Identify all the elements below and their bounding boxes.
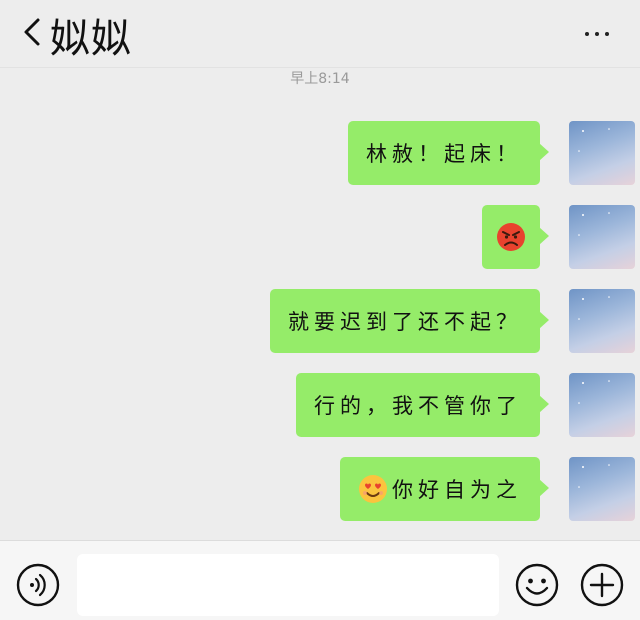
message-bubble[interactable]: 林赦！起床！ (348, 121, 549, 185)
voice-button[interactable] (16, 563, 60, 607)
message-bubble[interactable]: 就要迟到了还不起？ (270, 289, 549, 353)
plus-button[interactable] (580, 563, 624, 607)
message-text: 林赦！起床！ (366, 142, 522, 166)
input-bar (0, 540, 640, 620)
more-button[interactable] (580, 22, 614, 46)
avatar[interactable] (569, 373, 635, 437)
angry-face-icon (496, 222, 526, 252)
emoji-icon (515, 563, 559, 607)
back-button[interactable] (18, 14, 48, 50)
chat-header: 姒姒 (0, 0, 640, 68)
message-text: 就要迟到了还不起？ (288, 310, 522, 334)
message-row: 就要迟到了还不起？ (0, 289, 640, 353)
message-row: 你好自为之 (0, 457, 640, 521)
avatar[interactable] (569, 205, 635, 269)
message-row: 林赦！起床！ (0, 121, 640, 185)
chevron-left-icon (24, 18, 40, 46)
message-bubble[interactable]: 行的，我不管你了 (296, 373, 549, 437)
voice-icon (16, 563, 60, 607)
emoji-button[interactable] (515, 563, 559, 607)
more-dots-icon (585, 32, 589, 36)
heart-eyes-face-icon (358, 474, 388, 504)
plus-icon (580, 563, 624, 607)
message-text: 你好自为之 (392, 478, 522, 502)
avatar[interactable] (569, 121, 635, 185)
message-timestamp: 早上8:14 (290, 71, 350, 87)
message-input[interactable] (77, 554, 499, 616)
message-row (0, 205, 640, 269)
message-text: 行的，我不管你了 (314, 394, 522, 418)
avatar[interactable] (569, 289, 635, 353)
message-row: 行的，我不管你了 (0, 373, 640, 437)
chat-title: 姒姒 (50, 16, 132, 62)
message-bubble[interactable]: 你好自为之 (340, 457, 549, 521)
avatar[interactable] (569, 457, 635, 521)
message-bubble[interactable] (482, 205, 549, 269)
